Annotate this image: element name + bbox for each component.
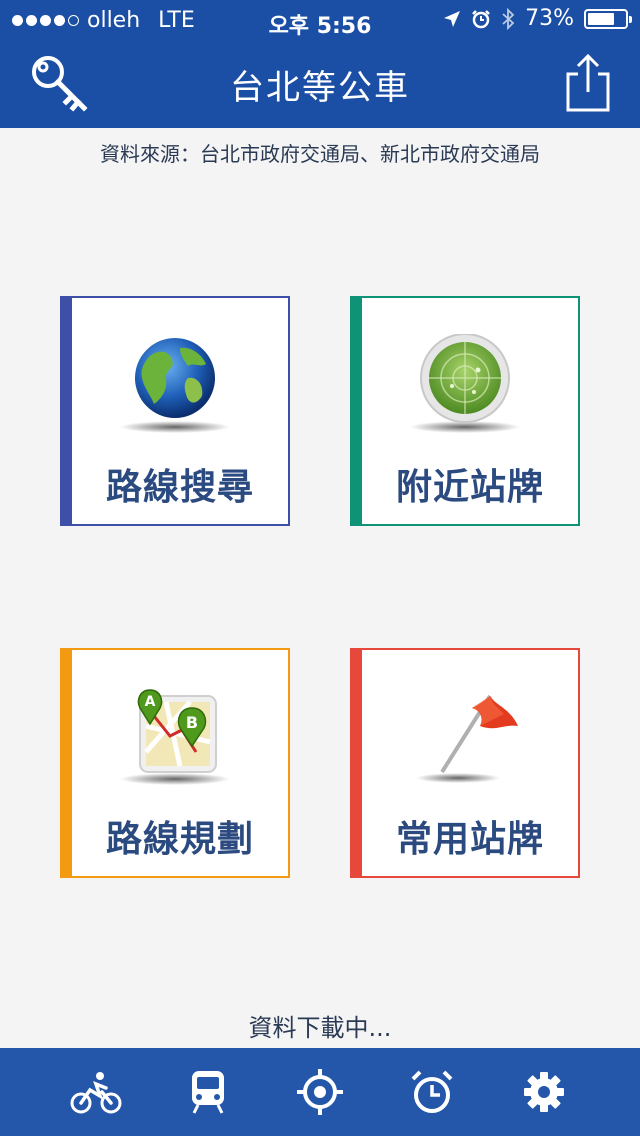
tab-bicycle[interactable] — [68, 1064, 124, 1120]
alarm-status-icon — [472, 9, 490, 28]
train-icon — [192, 1071, 224, 1114]
svg-text:A: A — [145, 694, 156, 710]
tab-alarm[interactable] — [404, 1064, 460, 1120]
nearby-stops-tile[interactable]: 附近站牌 — [350, 296, 580, 526]
alarm-icon — [411, 1070, 453, 1113]
svg-text:B: B — [186, 713, 198, 732]
bluetooth-icon — [502, 7, 515, 30]
tile-label: 常用站牌 — [395, 819, 544, 860]
location-arrow-icon — [444, 10, 461, 27]
globe-icon — [120, 338, 230, 433]
battery-percent: 73% — [525, 6, 574, 31]
loading-status: 資料下載中... — [248, 1014, 392, 1042]
status-bar: olleh LTE 오후 5:56 73% — [0, 0, 640, 40]
share-icon — [566, 53, 610, 112]
tab-locate[interactable] — [292, 1064, 348, 1120]
locate-icon — [297, 1069, 343, 1115]
settings-icon — [524, 1072, 564, 1112]
tile-label: 附近站牌 — [395, 467, 544, 508]
bicycle-icon — [70, 1072, 122, 1114]
share-button[interactable] — [564, 52, 612, 116]
data-source-text: 資料來源：台北市政府交通局、新北市政府交通局 — [100, 142, 540, 166]
radar-icon — [410, 334, 520, 433]
top-bar: olleh LTE 오후 5:56 73% 台北等公車 — [0, 0, 640, 128]
tile-label: 路線規劃 — [105, 819, 254, 860]
tab-train[interactable] — [180, 1064, 236, 1120]
battery-icon — [584, 8, 632, 29]
favorite-stops-tile[interactable]: 常用站牌 — [350, 648, 580, 878]
tab-bar — [0, 1048, 640, 1136]
map-route-icon: A B — [120, 689, 230, 785]
tab-settings[interactable] — [516, 1064, 572, 1120]
page-title: 台北等公車 — [230, 68, 410, 108]
navigation-bar: 台北等公車 — [0, 40, 640, 128]
route-planning-tile[interactable]: A B 路線規劃 — [60, 648, 290, 878]
tile-label: 路線搜尋 — [105, 467, 254, 508]
flag-icon — [416, 694, 518, 783]
route-search-tile[interactable]: 路線搜尋 — [60, 296, 290, 526]
